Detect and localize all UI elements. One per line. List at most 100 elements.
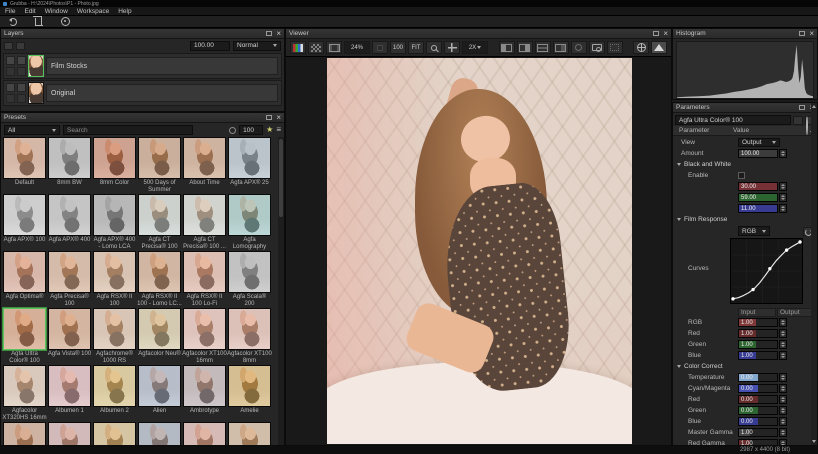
preset-item[interactable]: Agfa Scala® 200 [227,251,272,308]
film-frame-icon[interactable] [326,41,342,54]
step-down-icon[interactable] [781,323,785,325]
value-slider[interactable]: 1.00 [738,428,778,437]
preset-thumbnail[interactable] [3,365,46,407]
close-panel-icon[interactable]: × [276,115,281,121]
view-select[interactable]: Output [738,138,780,147]
channel-select[interactable]: RGB [738,226,770,236]
value-stepper[interactable] [779,439,787,445]
preset-thumbnail[interactable] [3,251,46,293]
step-up-icon[interactable] [781,151,785,153]
value-slider[interactable]: 11.00 [738,204,778,213]
preset-item[interactable] [182,422,227,445]
preset-thumbnail[interactable] [93,308,136,350]
split-view-right-icon[interactable] [517,41,533,54]
section-header-film-response[interactable]: Film Response [673,214,817,225]
value-slider[interactable]: 1.00 [738,439,778,445]
step-down-icon[interactable] [781,422,785,424]
preset-item[interactable]: Agfa Optima® [2,251,47,308]
step-up-icon[interactable] [781,342,785,344]
preset-thumbnail[interactable] [138,194,181,236]
zoom-fit-button[interactable]: FIT [408,41,424,54]
preset-thumbnail[interactable] [183,137,226,179]
preview-button[interactable] [58,17,72,27]
preset-item[interactable]: About Time [182,137,227,194]
preset-item[interactable]: Agfa RSX® II 100 - Lomo LC... [137,251,182,308]
step-up-icon[interactable] [781,419,785,421]
preset-item[interactable]: Agfa RSX® II 100 Lo-Fi [182,251,227,308]
step-down-icon[interactable] [781,378,785,380]
zoom-step-select[interactable]: 2X [462,41,488,54]
preset-thumbnail[interactable] [228,422,271,445]
presets-menu-icon[interactable]: ≡ [276,126,281,134]
step-up-icon[interactable] [781,331,785,333]
mask-icon[interactable] [6,94,15,103]
preset-item[interactable]: 8mm BW [47,137,92,194]
split-view-left-icon[interactable] [499,41,515,54]
preset-thumbnail[interactable] [3,137,46,179]
menu-file[interactable]: File [5,8,15,15]
preset-item[interactable]: Agfa APX® 400 [47,194,92,251]
preset-item[interactable]: Alien [137,365,182,422]
step-up-icon[interactable] [781,430,785,432]
preset-thumbnail[interactable] [183,308,226,350]
layer-row[interactable]: Film Stocks [3,53,282,79]
preset-item[interactable]: Default [2,137,47,194]
step-down-icon[interactable] [781,345,785,347]
step-up-icon[interactable] [781,386,785,388]
preset-item[interactable]: Agfacolor XT100 16mm [182,308,227,365]
value-slider[interactable]: 1.00 [738,329,778,338]
step-up-icon[interactable] [781,353,785,355]
search-input[interactable]: Search [63,125,193,135]
preset-thumbnail[interactable] [138,251,181,293]
preset-item[interactable] [92,422,137,445]
viewer-canvas[interactable] [286,57,671,445]
value-stepper[interactable] [779,329,787,338]
preset-item[interactable]: Agfa Lomography [227,194,272,251]
visibility-icon[interactable] [6,83,15,92]
value-stepper[interactable] [779,340,787,349]
preset-thumbnail[interactable] [138,137,181,179]
float-panel-icon[interactable] [266,115,272,120]
preset-item[interactable]: Agfa RSX® II 100 [92,251,137,308]
zoom-100-button[interactable]: 100 [390,41,406,54]
value-slider[interactable]: 1.00 [738,340,778,349]
value-stepper[interactable] [779,406,787,415]
fx-icon[interactable] [17,83,26,92]
preset-thumbnail[interactable] [3,422,46,445]
crop-button[interactable] [32,17,46,27]
value-slider[interactable]: 0.00 [738,373,778,382]
visibility-icon[interactable] [6,56,15,65]
close-panel-icon[interactable]: × [809,31,814,37]
preset-item[interactable] [227,422,272,445]
snapshot-camera-icon[interactable] [589,41,605,54]
preset-item[interactable]: Albumen 2 [92,365,137,422]
enable-checkbox[interactable] [738,172,745,179]
film-icon[interactable] [793,116,803,125]
preset-item[interactable]: Agfacolor XT320HS 16mm [2,365,47,422]
preset-thumbnail[interactable] [93,251,136,293]
preset-item[interactable]: Agfa Vista® 100 [47,308,92,365]
preset-thumbnail[interactable] [93,137,136,179]
preset-thumbnail[interactable] [228,365,271,407]
step-up-icon[interactable] [781,441,785,443]
step-down-icon[interactable] [781,389,785,391]
step-up-icon[interactable] [781,397,785,399]
close-panel-icon[interactable]: × [663,31,668,37]
float-panel-icon[interactable] [799,31,805,36]
sync-button[interactable] [6,17,20,27]
step-down-icon[interactable] [781,433,785,435]
preset-item[interactable]: Agfachrome® 1000 RS [92,308,137,365]
preset-thumbnail[interactable] [93,365,136,407]
pan-icon[interactable] [444,41,460,54]
menu-help[interactable]: Help [118,8,131,15]
preset-thumbnail[interactable] [48,251,91,293]
preset-thumbnail[interactable] [48,422,91,445]
menu-workspace[interactable]: Workspace [77,8,109,15]
preset-thumbnail[interactable] [138,308,181,350]
value-stepper[interactable] [779,204,787,213]
layer-options-icon[interactable] [16,42,25,50]
preset-item[interactable] [137,422,182,445]
preset-thumbnail[interactable] [228,308,271,350]
value-stepper[interactable] [779,318,787,327]
float-panel-icon[interactable] [799,105,805,110]
